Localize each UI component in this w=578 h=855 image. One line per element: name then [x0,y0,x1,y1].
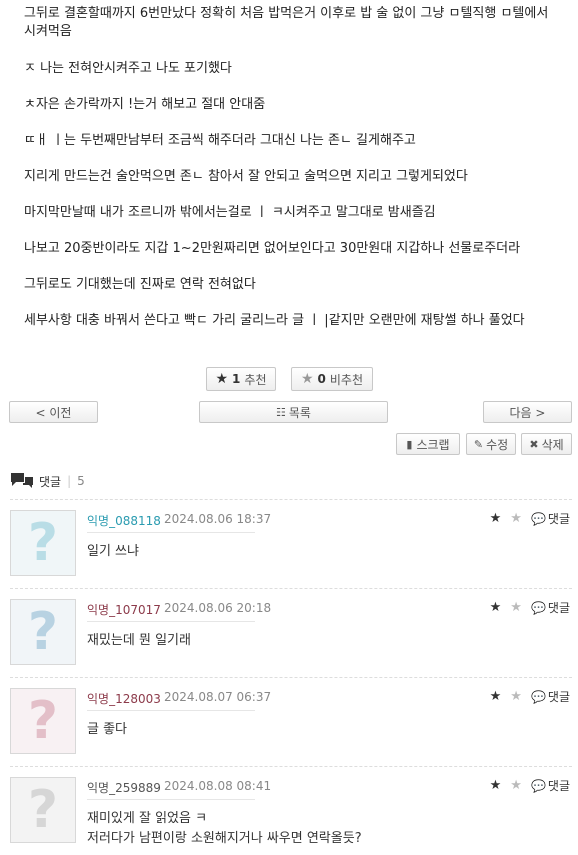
reply-button[interactable]: 💬 댓글 [531,510,570,527]
post-paragraph: 그뒤로 결혼할때까지 6번만났다 정확히 처음 밥먹은거 이후로 밥 술 없이 … [24,6,549,39]
comment-date: 2024.08.06 20:18 [164,601,272,615]
post-paragraph: 세부사항 대충 바꿔서 쓴다고 빡ㄷ 가리 굴리느라 글 ㅣ |같지만 오랜만에… [24,313,525,328]
next-label: 다음 > [509,405,546,420]
comment-item: ? 익명_259889 2024.08.08 08:41 재미있게 잘 읽었음 … [0,767,578,855]
post-paragraph: 나보고 20중반이라도 지갑 1~2만원짜리면 없어보인다고 30만원대 지갑하… [24,241,521,256]
divider: | [67,474,72,488]
star-outline-icon[interactable]: ★ [510,778,522,793]
comment-line: 재미있게 잘 읽었음 ㅋ [87,811,208,826]
reply-button[interactable]: 💬 댓글 [531,688,570,705]
reply-button[interactable]: 💬 댓글 [531,599,570,616]
avatar: ? [10,688,76,754]
post-paragraph: ㄸㅐ ㅣ는 두번째만남부터 조금씩 해주더라 그대신 나는 존ㄴ 길게해주고 [24,133,416,148]
upvote-label: 추천 [244,372,267,387]
pencil-icon: ✎ [473,437,484,451]
star-outline-icon: ★ [300,371,314,387]
post-paragraph: ㅈ 나는 전혀안시켜주고 나도 포기했다 [24,61,232,76]
reply-label: 댓글 [547,779,570,793]
comment-author[interactable]: 익명_088118 [87,512,161,529]
edit-button[interactable]: ✎ 수정 [466,433,516,455]
reply-label: 댓글 [547,512,570,526]
upvote-count: 1 [232,372,241,386]
post-paragraph: 그뒤로도 기대했는데 진짜로 연락 전혀없다 [24,277,256,292]
comment-item: ? 익명_128003 2024.08.07 06:37 글 좋다 ★ ★ 💬 댓… [0,678,578,767]
post-paragraph: 마지막만날때 내가 조르니까 밖에서는걸로 ㅣ ㅋ시켜주고 말그대로 밤새즐김 [24,205,436,220]
prev-button[interactable]: < 이전 [9,401,98,423]
post-paragraph: 지리게 만드는건 술안먹으면 존ㄴ 참아서 잘 안되고 술먹으면 지리고 그렇게… [24,169,468,184]
speech-bubble-icon: 💬 [530,689,546,704]
avatar: ? [10,599,76,665]
comment-text: 재밌는데 뭔 일기래 [87,633,191,648]
scrap-button[interactable]: ▮ 스크랩 [396,433,460,455]
star-icon[interactable]: ★ [490,778,502,793]
star-outline-icon[interactable]: ★ [510,600,522,615]
post-paragraph: ㅊ자은 손가락까지 !는거 해보고 절대 안대줌 [24,97,266,112]
comment-actions: ★ ★ 💬 댓글 [490,688,570,705]
avatar: ? [10,510,76,576]
star-outline-icon[interactable]: ★ [510,689,522,704]
close-icon: ✖ [529,437,539,451]
list-label: 목록 [288,405,311,420]
speech-bubble-icon: 💬 [530,600,546,615]
comment-text: 글 좋다 [87,722,128,737]
comments-icon [11,473,33,488]
comment-item: ? 익명_107017 2024.08.06 20:18 재밌는데 뭔 일기래 … [0,589,578,678]
comment-date: 2024.08.07 06:37 [164,690,272,704]
delete-label: 삭제 [541,437,564,452]
list-icon: ☷ [276,405,286,419]
reply-button[interactable]: 💬 댓글 [531,777,570,794]
star-outline-icon[interactable]: ★ [510,511,522,526]
scrap-label: 스크랩 [416,437,450,452]
list-button[interactable]: ☷ 목록 [199,401,388,423]
comments-label: 댓글 [39,474,62,489]
reply-label: 댓글 [547,690,570,704]
comments-header: 댓글 | 5 [10,470,85,492]
divider [87,710,255,711]
downvote-button[interactable]: ★ 0 비추천 [291,367,373,391]
comment-author[interactable]: 익명_128003 [87,690,161,707]
upvote-button[interactable]: ★ 1 추천 [206,367,276,391]
star-icon[interactable]: ★ [490,689,502,704]
star-icon[interactable]: ★ [490,600,502,615]
edit-label: 수정 [486,437,509,452]
downvote-label: 비추천 [329,372,364,387]
divider [87,621,255,622]
avatar: ? [10,777,76,843]
divider [87,532,255,533]
comment-actions: ★ ★ 💬 댓글 [490,777,570,794]
scrap-icon: ▮ [406,437,413,451]
comment-author[interactable]: 익명_107017 [87,601,161,618]
delete-button[interactable]: ✖ 삭제 [521,433,572,455]
comment-author[interactable]: 익명_259889 [87,779,161,796]
speech-bubble-icon: 💬 [530,778,546,793]
comments-count: 5 [77,474,85,488]
downvote-count: 0 [317,372,326,386]
comment-line: 저러다가 남편이랑 소원해지거나 싸우면 연락올듯? [87,831,362,846]
comment-actions: ★ ★ 💬 댓글 [490,599,570,616]
comment-actions: ★ ★ 💬 댓글 [490,510,570,527]
comment-date: 2024.08.06 18:37 [164,512,272,526]
comment-text: 재미있게 잘 읽었음 ㅋ 저러다가 남편이랑 소원해지거나 싸우면 연락올듯? [87,809,362,849]
next-button[interactable]: 다음 > [483,401,572,423]
comment-date: 2024.08.08 08:41 [164,779,272,793]
star-icon[interactable]: ★ [490,511,502,526]
comment-text: 일기 쓰냐 [87,544,139,559]
star-icon: ★ [215,371,229,387]
speech-bubble-icon: 💬 [530,511,546,526]
comment-item: ? 익명_088118 2024.08.06 18:37 일기 쓰냐 ★ ★ 💬… [0,500,578,589]
divider [87,799,255,800]
prev-label: < 이전 [35,405,72,420]
reply-label: 댓글 [547,601,570,615]
